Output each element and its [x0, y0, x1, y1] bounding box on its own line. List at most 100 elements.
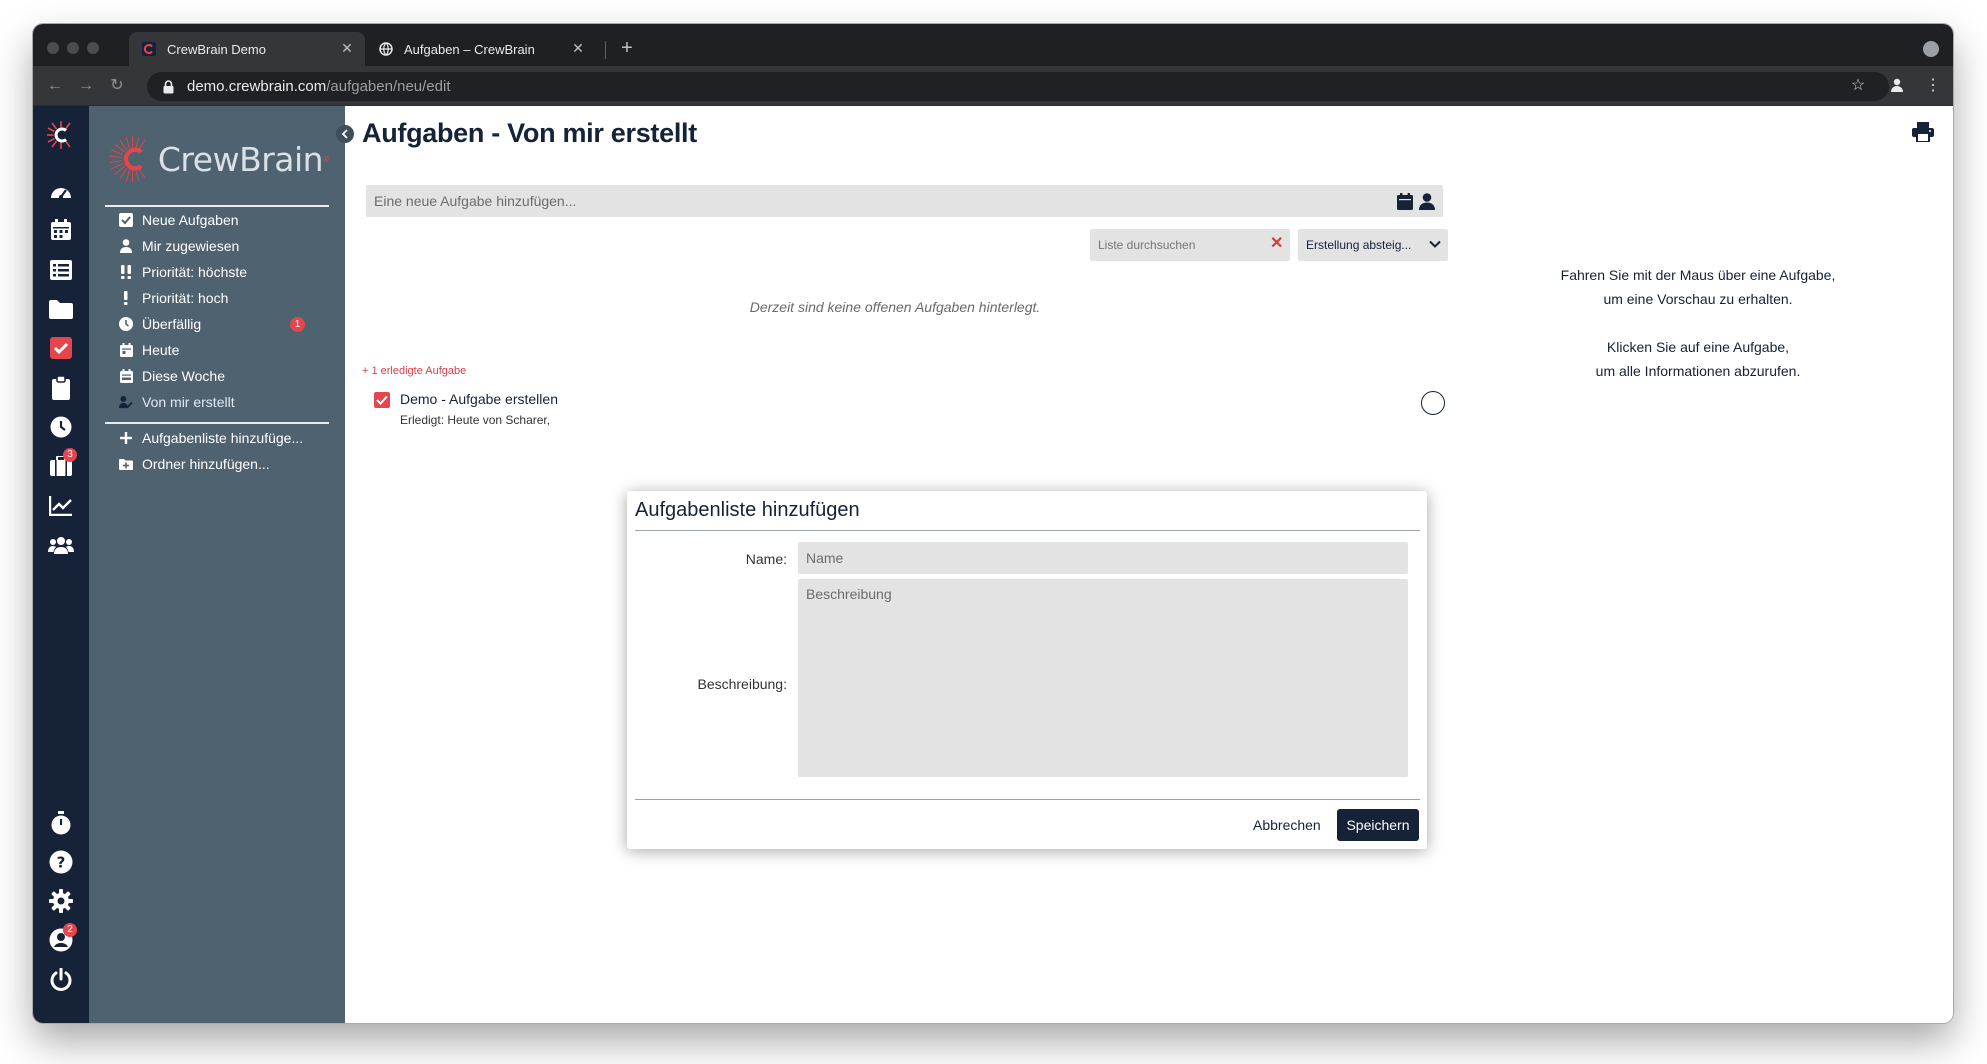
reload-icon[interactable]: ↻	[107, 76, 127, 96]
tab-separator	[605, 41, 606, 59]
sidebar-item-label: Diese Woche	[142, 368, 226, 384]
assignee-icon[interactable]	[1419, 193, 1435, 215]
power-icon[interactable]	[48, 967, 74, 993]
add-tasklist-dialog: Aufgabenliste hinzufügen Name: Beschreib…	[627, 491, 1427, 849]
save-button[interactable]: Speichern	[1337, 809, 1419, 841]
task-checkbox[interactable]	[374, 392, 390, 408]
user-edit-icon	[119, 395, 133, 409]
folder-icon[interactable]	[48, 296, 74, 322]
sidebar-item-label: Von mir erstellt	[142, 394, 235, 410]
task-meta: Erledigt: Heute von Scharer, Andre	[400, 413, 552, 427]
new-tab-icon[interactable]: +	[616, 37, 638, 59]
browser-toolbar: ← → ↻ demo.crewbrain.com/aufgaben/neu/ed…	[33, 66, 1953, 106]
search-list-input[interactable]: Liste durchsuchen	[1090, 229, 1290, 261]
preview-hint-line: Klicken Sie auf eine Aufgabe,	[1606, 339, 1790, 355]
clipboard-icon[interactable]	[48, 375, 74, 401]
preview-hint-line: um eine Vorschau zu erhalten.	[1603, 291, 1793, 307]
preview-hint-spacer	[1548, 311, 1848, 335]
dialog-title: Aufgabenliste hinzufügen	[635, 499, 860, 521]
sidebar-item-mir-zugewiesen[interactable]: Mir zugewiesen	[119, 235, 319, 257]
help-icon[interactable]: ?	[48, 849, 74, 875]
add-folder-link[interactable]: Ordner hinzufügen...	[119, 453, 319, 475]
crewbrain-logo-icon	[109, 136, 146, 183]
clock-icon	[119, 317, 133, 331]
sidebar-item-neue-aufgaben[interactable]: Neue Aufgaben	[119, 209, 319, 231]
chevron-down-icon	[1428, 237, 1442, 251]
overdue-badge: 1	[290, 317, 305, 332]
globe-icon	[378, 41, 394, 57]
preview-hint: Fahren Sie mit der Maus über eine Aufgab…	[1548, 263, 1848, 383]
window-close-button[interactable]	[47, 42, 59, 54]
svg-text:?: ?	[57, 854, 66, 872]
team-icon[interactable]	[48, 532, 74, 558]
double-exclamation-icon	[119, 265, 133, 279]
sidebar-item-prioritaet-hoechste[interactable]: Priorität: höchste	[119, 261, 319, 283]
crewbrain-logo-icon[interactable]	[46, 120, 76, 150]
task-assignee-circle[interactable]	[1421, 391, 1445, 415]
sidebar-item-von-mir-erstellt[interactable]: Von mir erstellt	[119, 391, 319, 413]
tasks-icon[interactable]	[48, 335, 74, 361]
clear-search-icon[interactable]: ✕	[1270, 236, 1284, 252]
sidebar-item-prioritaet-hoch[interactable]: Priorität: hoch	[119, 287, 319, 309]
page-title: Aufgaben - Von mir erstellt	[362, 118, 697, 148]
sidebar-item-label: Mir zugewiesen	[142, 238, 240, 254]
settings-icon[interactable]	[48, 888, 74, 914]
preview-hint-line: Fahren Sie mit der Maus über eine Aufgab…	[1560, 267, 1836, 283]
list-icon[interactable]	[48, 257, 74, 283]
tab-crewbrain-demo[interactable]: CrewBrain Demo ✕	[129, 32, 365, 66]
browser-menu-icon[interactable]: ⋮	[1924, 77, 1942, 95]
icon-rail: 3 ? 2	[33, 106, 89, 1023]
calendar-week-icon	[119, 369, 133, 383]
tab-aufgaben[interactable]: Aufgaben – CrewBrain ✕	[366, 32, 596, 66]
address-bar[interactable]: demo.crewbrain.com/aufgaben/neu/edit	[147, 72, 1889, 101]
sidebar-item-label: Priorität: hoch	[142, 290, 229, 306]
bookmark-star-icon[interactable]: ☆	[1849, 77, 1867, 95]
sidebar-item-label: Überfällig	[142, 316, 202, 332]
back-icon[interactable]: ←	[45, 76, 65, 96]
profile-menu-icon[interactable]	[1923, 41, 1939, 57]
exclamation-icon	[119, 291, 133, 305]
cancel-button[interactable]: Abbrechen	[1245, 809, 1329, 841]
stopwatch-icon[interactable]	[48, 810, 74, 836]
task-title[interactable]: Demo - Aufgabe erstellen	[400, 391, 558, 407]
window-minimize-button[interactable]	[67, 42, 79, 54]
tab-title: CrewBrain Demo	[167, 41, 266, 57]
crewbrain-app: 3 ? 2 CrewBrain ® Neue Aufgaben Mir zuge…	[33, 106, 1953, 1023]
sidebar-item-label: Neue Aufgaben	[142, 212, 239, 228]
dialog-divider	[635, 530, 1420, 531]
dashboard-icon[interactable]	[48, 178, 74, 204]
brand-name: CrewBrain	[157, 139, 324, 179]
add-tasklist-link[interactable]: Aufgabenliste hinzufüge...	[119, 427, 319, 449]
suitcase-badge: 3	[63, 448, 77, 462]
print-icon[interactable]	[1912, 122, 1934, 143]
task-sidebar: CrewBrain ® Neue Aufgaben Mir zugewiesen …	[89, 106, 354, 1023]
chart-icon[interactable]	[48, 493, 74, 519]
url-host: demo.crewbrain.com	[187, 78, 327, 95]
clock-icon[interactable]	[48, 414, 74, 440]
window-zoom-button[interactable]	[87, 42, 99, 54]
calendar-icon[interactable]	[48, 217, 74, 243]
tab-close-icon[interactable]: ✕	[570, 40, 586, 56]
tab-title: Aufgaben – CrewBrain	[404, 41, 535, 57]
sidebar-item-heute[interactable]: Heute	[119, 339, 319, 361]
forward-icon[interactable]: →	[76, 76, 96, 96]
empty-list-hint: Derzeit sind keine offenen Aufgaben hint…	[749, 299, 1041, 315]
sidebar-item-diese-woche[interactable]: Diese Woche	[119, 365, 319, 387]
folder-plus-icon	[119, 457, 133, 471]
name-field[interactable]	[798, 542, 1408, 574]
sidebar-item-label: Priorität: höchste	[142, 264, 248, 280]
sort-select[interactable]: Erstellung absteig...	[1298, 229, 1448, 261]
profile-icon[interactable]	[1888, 77, 1906, 95]
url-path: /aufgaben/neu/edit	[326, 78, 451, 95]
crewbrain-favicon-icon	[141, 41, 157, 57]
dialog-divider	[635, 799, 1420, 800]
due-date-icon[interactable]	[1397, 193, 1413, 215]
sidebar-item-ueberfaellig[interactable]: Überfällig 1	[119, 313, 319, 335]
description-field[interactable]	[798, 579, 1408, 777]
plus-icon	[119, 431, 133, 445]
completed-tasks-toggle[interactable]: + 1 erledigte Aufgabe	[362, 365, 466, 377]
sidebar-divider	[105, 205, 329, 207]
description-label: Beschreibung:	[697, 676, 787, 692]
tab-close-icon[interactable]: ✕	[339, 40, 355, 56]
add-task-input[interactable]: Eine neue Aufgabe hinzufügen...	[366, 185, 1443, 217]
